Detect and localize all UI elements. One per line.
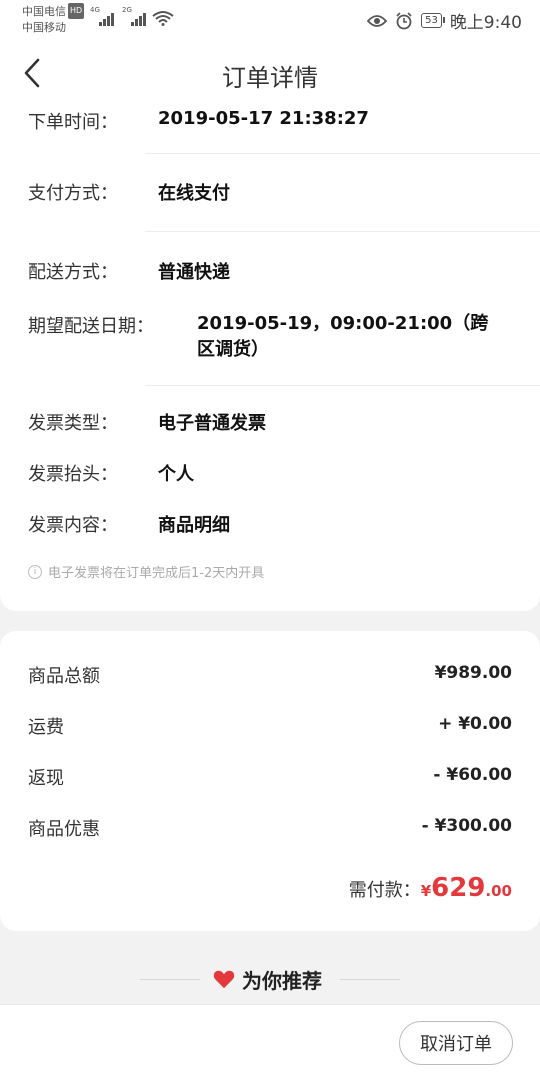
discount-label: 商品优惠 <box>28 819 100 840</box>
carrier-info: 中国电信 HD 中国移动 <box>22 3 85 36</box>
cashback-label: 返现 <box>28 768 64 789</box>
divider <box>145 385 540 386</box>
invoice-title-value: 个人 <box>158 464 194 485</box>
status-time: 晚上9:40 <box>449 13 522 33</box>
page-title: 订单详情 <box>222 64 318 92</box>
delivery-value: 普通快递 <box>158 262 230 283</box>
price-summary-card: 商品总额 ¥989.00 运费 + ¥0.00 返现 - ¥60.00 商品优惠… <box>0 631 540 931</box>
payable-currency: ¥ <box>420 882 432 900</box>
signal-icon-2: 2G <box>122 6 147 26</box>
invoice-content-label: 发票内容： <box>28 515 118 536</box>
heart-icon <box>213 970 235 989</box>
signal-icon-1: 4G <box>90 6 115 26</box>
alarm-icon <box>396 11 412 29</box>
hd-badge: HD <box>68 3 85 19</box>
order-time-value: 2019-05-17 21:38:27 <box>158 108 369 129</box>
carrier-1: 中国电信 <box>22 5 66 18</box>
order-info-card: 下单时间： 2019-05-17 21:38:27 支付方式： 在线支付 配送方… <box>0 100 540 611</box>
expected-date-value: 2019-05-19，09:00-21:00（跨区调货） <box>197 313 489 360</box>
shipping-value: + ¥0.00 <box>438 714 512 734</box>
discount-value: - ¥300.00 <box>421 816 512 836</box>
recommend-title: 为你推荐 <box>242 969 322 993</box>
info-icon: i <box>28 564 42 579</box>
battery-icon: 53 <box>421 13 445 28</box>
divider <box>145 153 540 154</box>
status-bar: 中国电信 HD 中国移动 4G 2G 53 晚上9:40 <box>0 0 540 38</box>
payable-cents: .00 <box>485 882 512 900</box>
payable-integer: 629 <box>431 873 486 903</box>
expected-date-label: 期望配送日期： <box>28 316 154 337</box>
invoice-note: i 电子发票将在订单完成后1-2天内开具 <box>28 562 264 581</box>
payment-label: 支付方式： <box>28 183 118 204</box>
wifi-icon <box>152 11 174 26</box>
invoice-type-label: 发票类型： <box>28 413 118 434</box>
divider <box>140 979 200 980</box>
cancel-order-button[interactable]: 取消订单 <box>399 1021 513 1065</box>
divider <box>145 231 540 232</box>
invoice-content-value: 商品明细 <box>158 515 230 536</box>
bottom-action-bar: 取消订单 <box>0 1004 540 1080</box>
invoice-type-value: 电子普通发票 <box>158 413 266 434</box>
header: 订单详情 <box>0 38 540 108</box>
invoice-title-label: 发票抬头： <box>28 464 118 485</box>
invoice-note-text: 电子发票将在订单完成后1-2天内开具 <box>48 566 265 581</box>
payable-label: 需付款： <box>348 880 421 901</box>
cashback-value: - ¥60.00 <box>433 765 512 785</box>
payment-value: 在线支付 <box>158 183 230 204</box>
divider <box>340 979 400 980</box>
order-time-label: 下单时间： <box>28 112 118 133</box>
goods-total-label: 商品总额 <box>28 666 100 687</box>
eye-icon <box>367 14 388 27</box>
recommend-section: 为你推荐 <box>0 960 540 1000</box>
payable-total: 需付款： ¥ 629 .00 <box>349 873 512 903</box>
goods-total-value: ¥989.00 <box>434 663 512 683</box>
carrier-2: 中国移动 <box>22 21 66 34</box>
shipping-label: 运费 <box>28 717 64 738</box>
delivery-label: 配送方式： <box>28 262 118 283</box>
